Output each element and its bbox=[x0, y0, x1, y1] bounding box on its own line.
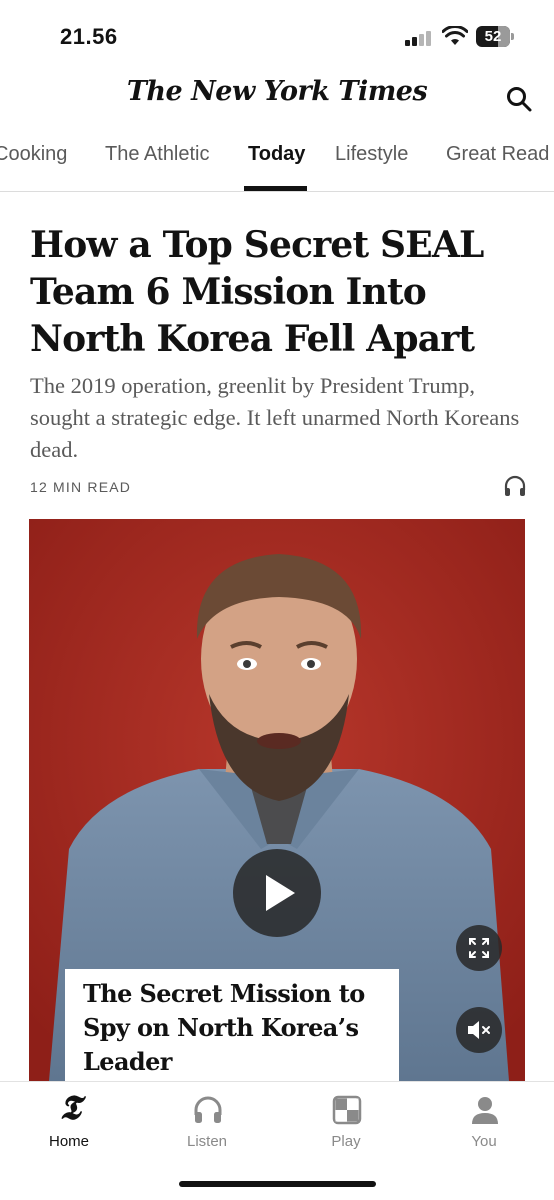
article-summary[interactable]: The 2019 operation, greenlit by Presiden… bbox=[30, 370, 530, 466]
nav-play-label: Play bbox=[331, 1133, 361, 1150]
headphones-icon[interactable] bbox=[503, 474, 527, 498]
expand-icon bbox=[469, 938, 489, 958]
masthead: The New York Times bbox=[0, 70, 554, 126]
nav-you[interactable]: You bbox=[429, 1082, 539, 1162]
read-time: 12 MIN READ bbox=[30, 479, 132, 495]
search-icon[interactable] bbox=[505, 85, 533, 113]
status-time: 21.56 bbox=[60, 24, 118, 49]
nav-listen[interactable]: Listen bbox=[152, 1082, 262, 1162]
tab-lifestyle[interactable]: Lifestyle bbox=[335, 143, 408, 166]
nyt-logo[interactable]: The New York Times bbox=[0, 76, 554, 107]
speaker-muted-icon bbox=[468, 1021, 490, 1039]
video-player[interactable]: The Secret Mission to Spy on North Korea… bbox=[29, 519, 525, 1081]
nav-listen-label: Listen bbox=[186, 1133, 228, 1150]
tab-the-athletic[interactable]: The Athletic bbox=[105, 143, 210, 166]
headphones-icon bbox=[194, 1096, 222, 1123]
cellular-signal-icon bbox=[405, 30, 435, 46]
home-indicator[interactable] bbox=[179, 1181, 376, 1187]
tab-great-read[interactable]: Great Read bbox=[446, 143, 549, 166]
bottom-navigation: 𝕿 Home Listen Play You bbox=[0, 1081, 554, 1200]
games-grid-icon bbox=[332, 1095, 362, 1125]
play-button[interactable] bbox=[233, 849, 321, 937]
fullscreen-button[interactable] bbox=[456, 925, 502, 971]
tab-cooking[interactable]: Cooking bbox=[0, 143, 67, 166]
active-tab-indicator bbox=[244, 186, 307, 191]
battery-level: 52 bbox=[484, 28, 502, 45]
mute-button[interactable] bbox=[456, 1007, 502, 1053]
article-headline[interactable]: How a Top Secret SEAL Team 6 Mission Int… bbox=[30, 222, 530, 363]
play-icon bbox=[266, 875, 295, 911]
wifi-icon bbox=[442, 26, 468, 45]
status-bar: 21.56 52 bbox=[0, 0, 554, 70]
video-caption: The Secret Mission to Spy on North Korea… bbox=[65, 969, 399, 1081]
nav-home[interactable]: 𝕿 Home bbox=[14, 1082, 124, 1162]
section-tabs: Cooking The Athletic Today Lifestyle Gre… bbox=[0, 126, 554, 192]
nav-play[interactable]: Play bbox=[291, 1082, 401, 1162]
battery-icon: 52 bbox=[476, 26, 514, 47]
nyt-t-logo-icon: 𝕿 bbox=[59, 1088, 81, 1128]
tab-today[interactable]: Today bbox=[248, 143, 305, 166]
nav-home-label: Home bbox=[48, 1133, 89, 1150]
person-icon bbox=[472, 1097, 498, 1124]
nav-you-label: You bbox=[471, 1133, 497, 1150]
